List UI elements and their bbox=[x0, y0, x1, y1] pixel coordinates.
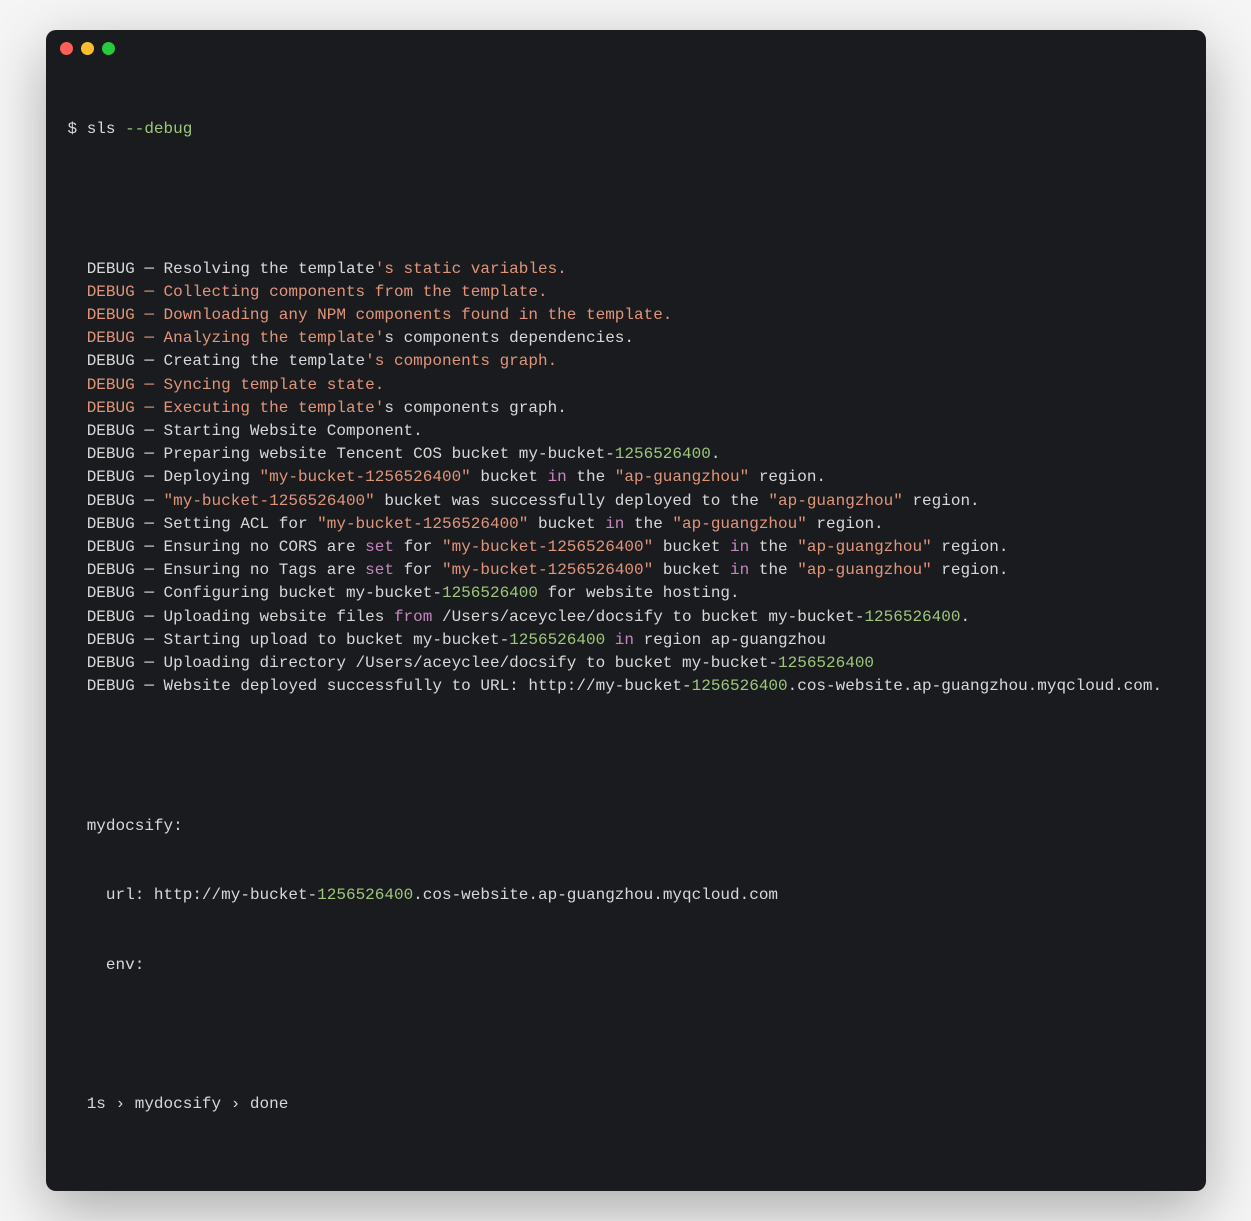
title-bar bbox=[46, 30, 1206, 66]
log-line: DEBUG ─ Preparing website Tencent COS bu… bbox=[68, 443, 1184, 466]
log-line: DEBUG ─ "my-bucket-1256526400" bucket wa… bbox=[68, 490, 1184, 513]
log-line: DEBUG ─ Syncing template state. bbox=[68, 374, 1184, 397]
log-line: DEBUG ─ Analyzing the template's compone… bbox=[68, 327, 1184, 350]
log-line: DEBUG ─ Configuring bucket my-bucket-125… bbox=[68, 582, 1184, 605]
output-env: env: bbox=[68, 954, 1184, 977]
log-line: DEBUG ─ Website deployed successfully to… bbox=[68, 675, 1184, 698]
log-line: DEBUG ─ Starting upload to bucket my-buc… bbox=[68, 629, 1184, 652]
minimize-icon[interactable] bbox=[81, 42, 94, 55]
output-url: url: http://my-bucket-1256526400.cos-web… bbox=[68, 884, 1184, 907]
terminal-window: $ sls --debug DEBUG ─ Resolving the temp… bbox=[46, 30, 1206, 1191]
terminal-body[interactable]: $ sls --debug DEBUG ─ Resolving the temp… bbox=[46, 66, 1206, 1191]
log-line: DEBUG ─ Uploading website files from /Us… bbox=[68, 606, 1184, 629]
log-line: DEBUG ─ Ensuring no CORS are set for "my… bbox=[68, 536, 1184, 559]
log-line: DEBUG ─ Executing the template's compone… bbox=[68, 397, 1184, 420]
prompt-symbol: $ bbox=[68, 120, 87, 138]
log-line: DEBUG ─ Starting Website Component. bbox=[68, 420, 1184, 443]
status-footer: 1s › mydocsify › done bbox=[68, 1093, 1184, 1116]
log-output: DEBUG ─ Resolving the template's static … bbox=[68, 258, 1184, 699]
log-line: DEBUG ─ Collecting components from the t… bbox=[68, 281, 1184, 304]
command: sls bbox=[87, 120, 125, 138]
log-line: DEBUG ─ Resolving the template's static … bbox=[68, 258, 1184, 281]
log-line: DEBUG ─ Downloading any NPM components f… bbox=[68, 304, 1184, 327]
log-line: DEBUG ─ Ensuring no Tags are set for "my… bbox=[68, 559, 1184, 582]
output-section: mydocsify: bbox=[68, 815, 1184, 838]
log-line: DEBUG ─ Creating the template's componen… bbox=[68, 350, 1184, 373]
log-line: DEBUG ─ Deploying "my-bucket-1256526400"… bbox=[68, 466, 1184, 489]
log-line: DEBUG ─ Setting ACL for "my-bucket-12565… bbox=[68, 513, 1184, 536]
log-line: DEBUG ─ Uploading directory /Users/aceyc… bbox=[68, 652, 1184, 675]
maximize-icon[interactable] bbox=[102, 42, 115, 55]
close-icon[interactable] bbox=[60, 42, 73, 55]
command-line: $ sls --debug bbox=[68, 118, 1184, 141]
command-flag: --debug bbox=[125, 120, 192, 138]
